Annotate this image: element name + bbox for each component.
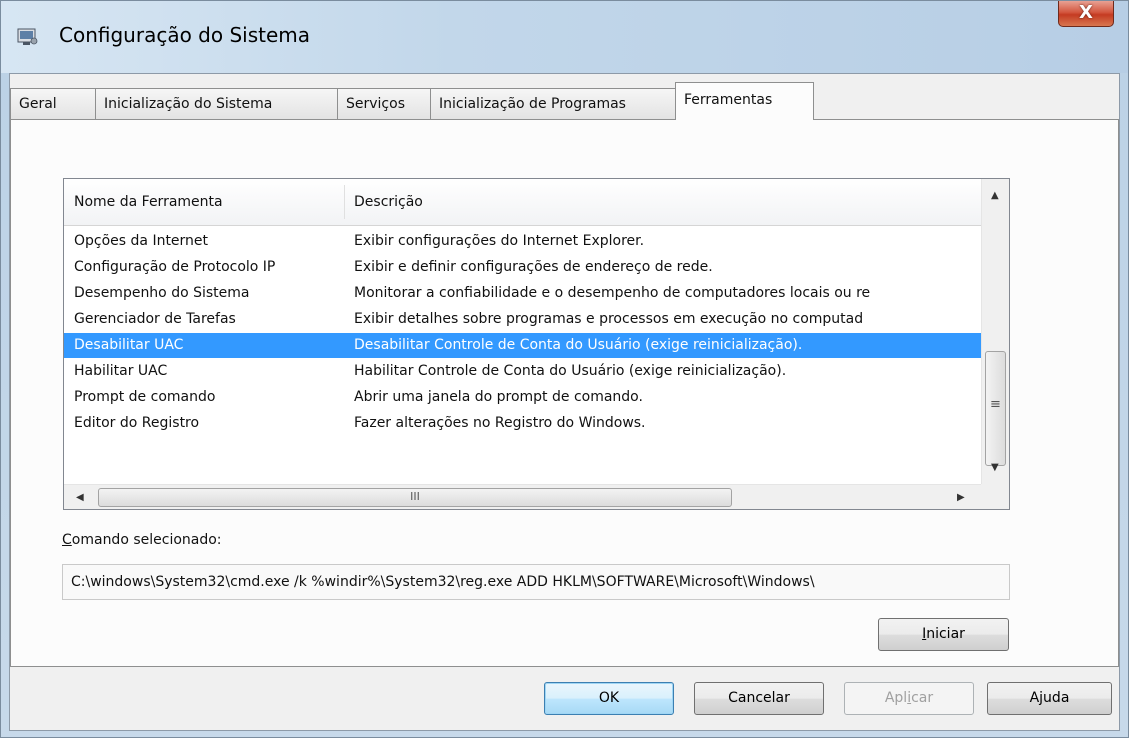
vertical-scrollbar[interactable]: ▲ ≡ ▼	[981, 179, 1009, 484]
column-header-label: Descrição	[354, 194, 423, 210]
scrollbar-corner	[981, 484, 1009, 509]
selected-command-field[interactable]: C:\windows\System32\cmd.exe /k %windir%\…	[62, 564, 1010, 600]
help-button[interactable]: Ajuda	[987, 682, 1112, 715]
list-item[interactable]: Desempenho do Sistema Monitorar a confia…	[64, 281, 981, 306]
list-item[interactable]: Habilitar UAC Habilitar Controle de Cont…	[64, 359, 981, 384]
apply-button[interactable]: Aplicar	[844, 682, 974, 715]
column-header-nome[interactable]: Nome da Ferramenta	[64, 179, 344, 225]
tab-ferramentas[interactable]: Ferramentas	[675, 82, 814, 120]
tool-description: Exibir detalhes sobre programas e proces…	[354, 311, 864, 327]
scroll-right-arrow-icon[interactable]: ▶	[957, 493, 965, 503]
tab-inicializacao-do-sistema[interactable]: Inicialização do Sistema	[95, 88, 338, 119]
tool-description: Desabilitar Controle de Conta do Usuário…	[354, 337, 803, 353]
tool-description: Exibir configurações do Internet Explore…	[354, 233, 645, 249]
horizontal-scroll-thumb[interactable]: III	[98, 488, 732, 507]
list-item[interactable]: Prompt de comando Abrir uma janela do pr…	[64, 385, 981, 410]
tool-name: Opções da Internet	[74, 233, 209, 249]
close-button[interactable]: X	[1058, 1, 1114, 27]
tool-description: Habilitar Controle de Conta do Usuário (…	[354, 363, 787, 379]
tool-name: Editor do Registro	[74, 415, 200, 431]
mnemonic-letter: C	[62, 532, 72, 548]
column-header-descricao[interactable]: Descrição	[344, 179, 981, 225]
title-bar[interactable]: Configuração do Sistema X	[1, 1, 1128, 73]
tool-description: Fazer alterações no Registro do Windows.	[354, 415, 646, 431]
tab-label: Ferramentas	[684, 92, 773, 108]
system-configuration-window: Configuração do Sistema X Geral Iniciali…	[0, 0, 1129, 738]
iniciar-button[interactable]: Iniciar	[878, 618, 1009, 651]
ok-button[interactable]: OK	[544, 682, 674, 715]
tab-label: Inicialização do Sistema	[104, 96, 273, 112]
vertical-scroll-thumb[interactable]: ≡	[985, 351, 1006, 466]
tool-name: Prompt de comando	[74, 389, 216, 405]
horizontal-scrollbar[interactable]: ◀ III ▶	[64, 484, 981, 509]
tab-label: Geral	[19, 96, 57, 112]
list-item[interactable]: Opções da Internet Exibir configurações …	[64, 229, 981, 254]
list-item[interactable]: Configuração de Protocolo IP Exibir e de…	[64, 255, 981, 280]
label-text: omando selecionado:	[71, 532, 222, 548]
list-item[interactable]: Editor do Registro Fazer alterações no R…	[64, 411, 981, 436]
window-title: Configuração do Sistema	[59, 23, 311, 47]
tool-name: Gerenciador de Tarefas	[74, 311, 236, 327]
column-header-label: Nome da Ferramenta	[74, 194, 223, 210]
tab-servicos[interactable]: Serviços	[337, 88, 431, 119]
tab-geral[interactable]: Geral	[10, 88, 96, 119]
tab-label: Serviços	[346, 96, 405, 112]
scroll-grip-icon: ≡	[990, 397, 1001, 412]
close-icon: X	[1079, 2, 1093, 23]
scroll-up-arrow-icon[interactable]: ▲	[991, 191, 999, 201]
list-item-selected[interactable]: Desabilitar UAC Desabilitar Controle de …	[64, 333, 981, 358]
tab-inicializacao-de-programas[interactable]: Inicialização de Programas	[430, 88, 676, 119]
list-header: Nome da Ferramenta Descrição	[64, 179, 981, 226]
tool-description: Exibir e definir configurações de endere…	[354, 259, 713, 275]
tab-label: Inicialização de Programas	[439, 96, 626, 112]
tools-list[interactable]: Nome da Ferramenta Descrição Opções da I…	[63, 178, 1010, 510]
button-label: niciar	[926, 626, 965, 642]
ferramentas-tab-panel: Nome da Ferramenta Descrição Opções da I…	[10, 119, 1119, 667]
tool-name: Configuração de Protocolo IP	[74, 259, 276, 275]
tool-name: Desempenho do Sistema	[74, 285, 250, 301]
button-label: car	[911, 690, 934, 706]
tool-name: Desabilitar UAC	[74, 337, 184, 353]
tool-description: Monitorar a confiabilidade e o desempenh…	[354, 285, 871, 301]
list-item[interactable]: Gerenciador de Tarefas Exibir detalhes s…	[64, 307, 981, 332]
cancel-button[interactable]: Cancelar	[694, 682, 824, 715]
button-label: Apl	[884, 690, 908, 706]
tool-name: Habilitar UAC	[74, 363, 168, 379]
scroll-grip-icon: III	[410, 490, 420, 503]
dialog-client-area: Geral Inicialização do Sistema Serviços …	[9, 73, 1120, 731]
scroll-left-arrow-icon[interactable]: ◀	[76, 493, 84, 503]
selected-command-label: Comando selecionado:	[62, 532, 222, 548]
tool-description: Abrir uma janela do prompt de comando.	[354, 389, 643, 405]
scroll-down-arrow-icon[interactable]: ▼	[991, 463, 999, 473]
msconfig-app-icon	[17, 28, 38, 45]
